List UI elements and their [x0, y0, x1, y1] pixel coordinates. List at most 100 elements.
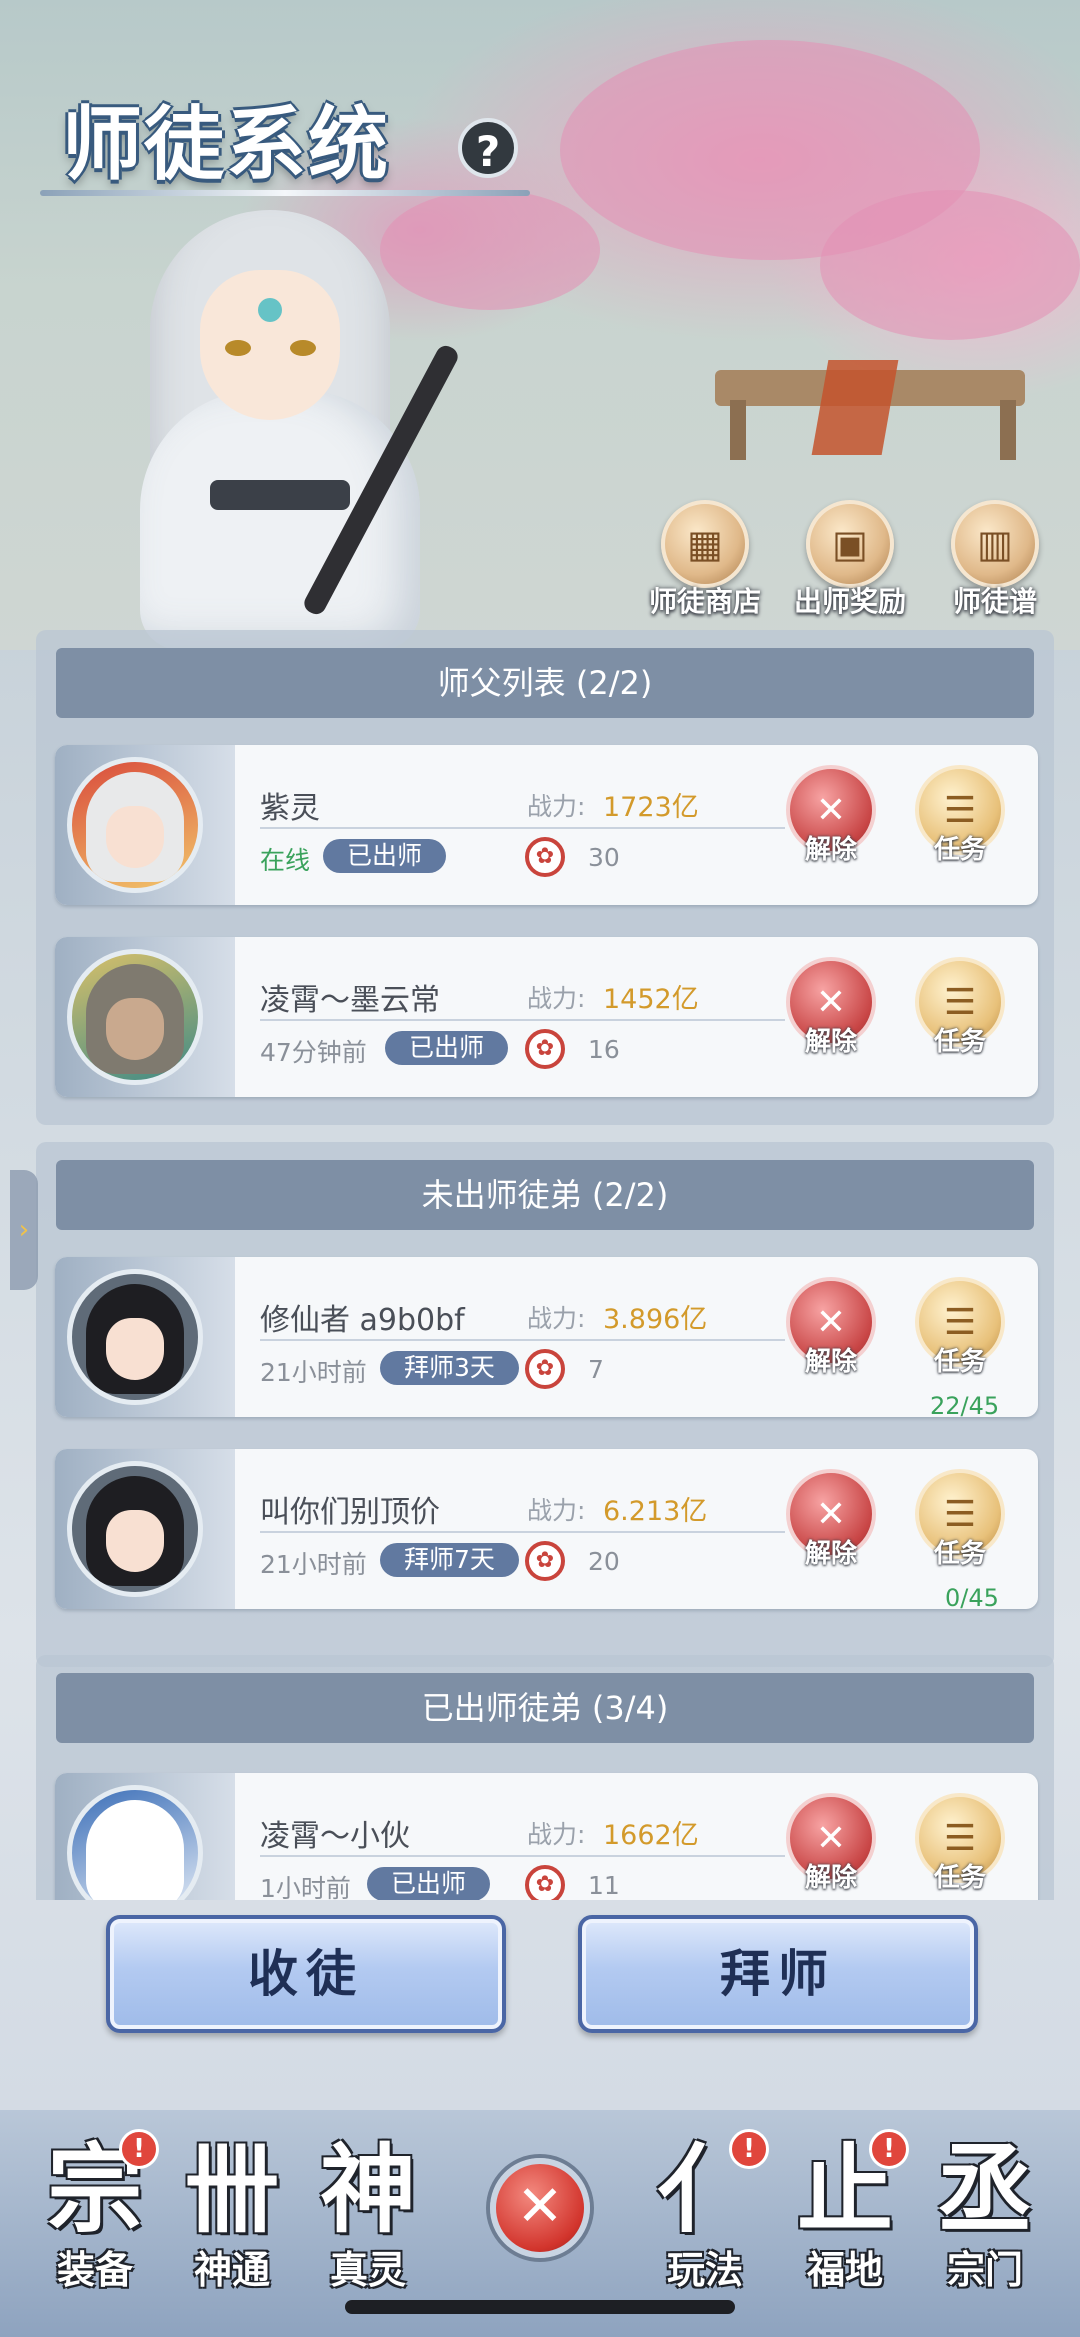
graduation-reward-button[interactable]: ▣ 出师奖励: [780, 500, 920, 620]
task-button[interactable]: ☰ 任务: [910, 1793, 1010, 1894]
list-item[interactable]: 修仙者 a9b0bf 21小时前 拜师3天 战力: 3.896亿 ✿ 7 ✕ 解…: [55, 1257, 1038, 1420]
master-character: [80, 180, 480, 650]
shop-icon: ▦: [661, 500, 749, 588]
remove-button[interactable]: ✕ 解除: [781, 765, 881, 866]
remove-button[interactable]: ✕ 解除: [781, 1793, 881, 1894]
divider: [260, 827, 785, 829]
intimacy-value: 16: [588, 1035, 620, 1064]
divider: [260, 1019, 785, 1021]
nav-label: 福地: [806, 2248, 883, 2292]
list-item[interactable]: 凌霄～墨云常 47分钟前 已出师 战力: 1452亿 ✿ 16 ✕ 解除 ☰ 任…: [55, 937, 1038, 1097]
last-online: 47分钟前: [260, 1038, 367, 1067]
book-icon: ▥: [951, 500, 1039, 588]
task-progress: 0/45: [945, 1584, 999, 1612]
task-label: 任务: [933, 835, 986, 865]
nav-label: 玩法: [666, 2248, 743, 2292]
nav-sect[interactable]: 丞 宗门: [925, 2135, 1045, 2294]
help-button[interactable]: ?: [458, 118, 518, 178]
power-value: 6.213亿: [603, 1496, 708, 1527]
remove-label: 解除: [804, 1027, 857, 1057]
nav-spirit[interactable]: 神 真灵: [308, 2135, 428, 2294]
nav-label: 宗门: [946, 2248, 1023, 2292]
player-name: 修仙者 a9b0bf: [260, 1303, 465, 1338]
status-badge: 拜师3天: [380, 1351, 519, 1385]
shop-button[interactable]: ▦ 师徒商店: [635, 500, 775, 620]
status-badge: 已出师: [385, 1031, 509, 1065]
online-status: 在线: [260, 846, 311, 875]
side-expand-tab[interactable]: ›: [10, 1170, 38, 1290]
player-name: 凌霄～小伙: [260, 1819, 410, 1854]
status-badge: 已出师: [323, 839, 447, 873]
avatar[interactable]: [67, 1461, 203, 1597]
intimacy-icon: ✿: [525, 1865, 565, 1900]
nav-gameplay[interactable]: 亻 玩法 !: [645, 2129, 769, 2294]
blossom-tree: [820, 190, 1080, 340]
nav-blessed-land[interactable]: 止 福地 !: [785, 2129, 909, 2294]
graduated-list-header: 已出师徒弟 (3/4): [56, 1673, 1034, 1743]
avatar[interactable]: [67, 949, 203, 1085]
lineage-button[interactable]: ▥ 师徒谱: [925, 500, 1065, 620]
home-indicator[interactable]: [345, 2300, 735, 2314]
task-progress: 22/45: [930, 1392, 1000, 1420]
list-item[interactable]: 紫灵 在线 已出师 战力: 1723亿 ✿ 30 ✕ 解除 ☰ 任务: [55, 745, 1038, 905]
table-leg: [730, 400, 746, 460]
remove-label: 解除: [804, 1347, 857, 1377]
remove-button[interactable]: ✕ 解除: [781, 1277, 881, 1378]
list-item[interactable]: 叫你们别顶价 21小时前 拜师7天 战力: 6.213亿 ✿ 20 ✕ 解除 ☰…: [55, 1449, 1038, 1612]
spirit-icon: 神: [320, 2133, 416, 2246]
power-value: 3.896亿: [603, 1304, 708, 1335]
remove-label: 解除: [804, 835, 857, 865]
task-button[interactable]: ☰ 任务: [910, 765, 1010, 866]
notification-badge: !: [119, 2129, 159, 2169]
relationship-list[interactable]: 师父列表 (2/2) 紫灵 在线 已出师 战力: 1723亿 ✿ 30 ✕ 解除…: [0, 630, 1080, 1900]
power-value: 1452亿: [603, 984, 699, 1015]
status-badge: 已出师: [367, 1867, 491, 1900]
page-title: 师徒系统: [62, 97, 390, 191]
avatar[interactable]: [67, 1269, 203, 1405]
remove-label: 解除: [804, 1539, 857, 1569]
notification-badge: !: [729, 2129, 769, 2169]
master-list-header: 师父列表 (2/2): [56, 648, 1034, 718]
apprentice-list-header: 未出师徒弟 (2/2): [56, 1160, 1034, 1230]
task-button[interactable]: ☰ 任务: [910, 957, 1010, 1058]
intimacy-icon: ✿: [525, 1349, 565, 1389]
intimacy-value: 11: [588, 1871, 620, 1900]
status-badge: 拜师7天: [380, 1543, 519, 1577]
intimacy-icon: ✿: [525, 837, 565, 877]
nav-label: 神通: [193, 2248, 270, 2292]
task-button[interactable]: ☰ 任务: [910, 1277, 1010, 1378]
power-value: 1723亿: [603, 792, 699, 823]
divider: [260, 1855, 785, 1857]
recruit-apprentice-button[interactable]: 收徒: [106, 1915, 506, 2033]
remove-button[interactable]: ✕ 解除: [781, 1469, 881, 1570]
power-label: 战力:: [527, 1496, 586, 1525]
last-online: 21小时前: [260, 1550, 367, 1579]
gift-icon: ▣: [806, 500, 894, 588]
last-online: 1小时前: [260, 1874, 351, 1900]
nav-label: 真灵: [329, 2248, 406, 2292]
shortcut-label: 师徒商店: [648, 585, 761, 618]
find-master-button[interactable]: 拜师: [578, 1915, 978, 2033]
close-button[interactable]: ✕: [490, 2158, 590, 2258]
remove-button[interactable]: ✕ 解除: [781, 957, 881, 1058]
intimacy-icon: ✿: [525, 1541, 565, 1581]
intimacy-value: 7: [588, 1355, 604, 1384]
player-name: 凌霄～墨云常: [260, 983, 440, 1018]
table-leg: [1000, 400, 1016, 460]
task-label: 任务: [933, 1539, 986, 1569]
nav-label: 装备: [56, 2248, 133, 2292]
power-label: 战力:: [527, 1820, 586, 1849]
shortcut-label: 师徒谱: [952, 585, 1037, 618]
task-label: 任务: [933, 1863, 986, 1893]
power-label: 战力:: [527, 1304, 586, 1333]
task-button[interactable]: ☰ 任务: [910, 1469, 1010, 1570]
task-label: 任务: [933, 1347, 986, 1377]
nav-skills[interactable]: 卌 神通: [172, 2135, 292, 2294]
intimacy-value: 30: [588, 843, 620, 872]
notification-badge: !: [869, 2129, 909, 2169]
remove-label: 解除: [804, 1863, 857, 1893]
shortcut-label: 出师奖励: [793, 585, 906, 618]
list-item[interactable]: 凌霄～小伙 1小时前 已出师 战力: 1662亿 ✿ 11 ✕ 解除 ☰ 任务: [55, 1773, 1038, 1900]
nav-equipment[interactable]: 宗 装备 !: [35, 2129, 159, 2294]
avatar[interactable]: [67, 757, 203, 893]
